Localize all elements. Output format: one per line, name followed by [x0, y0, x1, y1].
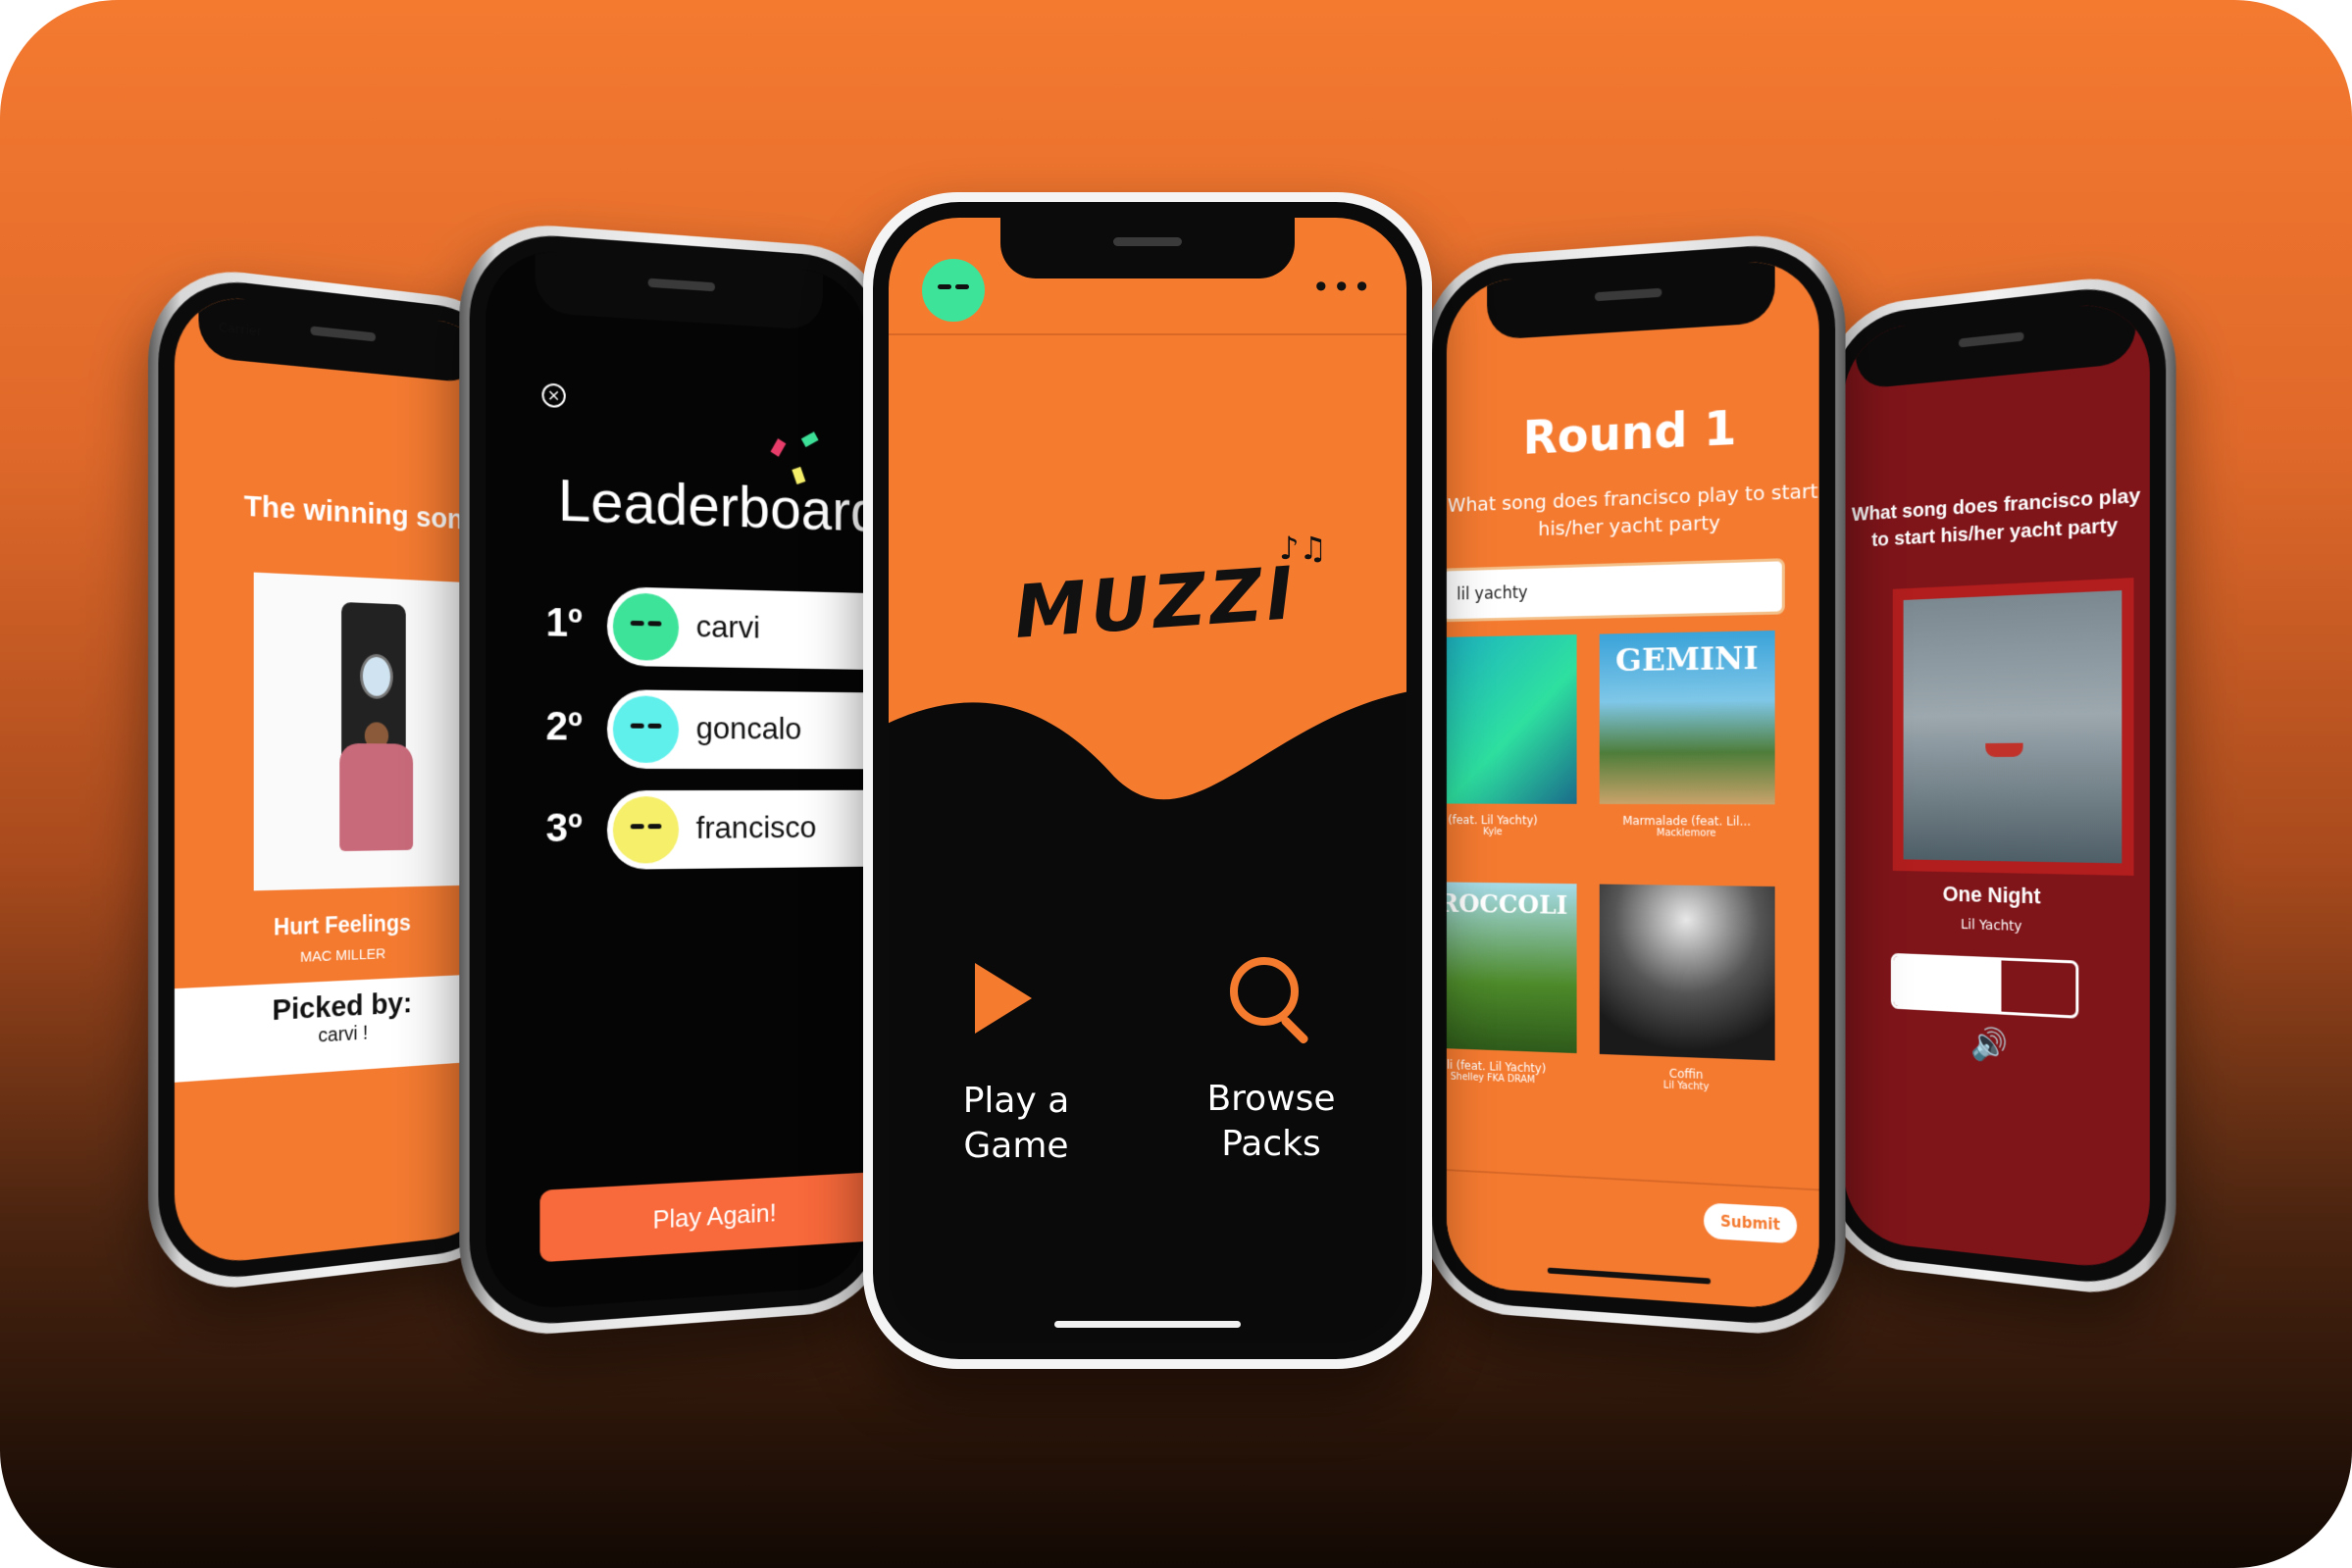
home-indicator: [1547, 1267, 1712, 1285]
picked-by-panel: Picked by: carvi !: [174, 973, 500, 1083]
browse-packs-button[interactable]: Browse Packs: [1163, 1077, 1379, 1167]
play-icon[interactable]: [975, 963, 1032, 1034]
home-screen: ••• MUZZI ♪♫ Play a Game Browse Packs: [889, 218, 1406, 1343]
play-game-button[interactable]: Play a Game: [908, 1079, 1124, 1169]
player-pill: goncalo: [606, 689, 868, 770]
results-screen: Carrier The winning song Hurt Feelings M…: [174, 290, 500, 1269]
avatar: [612, 796, 680, 864]
player-pill: francisco: [606, 789, 868, 870]
round-screen: Round 1 What song does francisco play to…: [1446, 257, 1819, 1312]
submit-button[interactable]: Submit: [1704, 1202, 1798, 1244]
rank-label: 1º: [545, 600, 583, 646]
album-caption: Marmalade (feat. Lil... Macklemore: [1622, 813, 1752, 839]
confetti-icon: [770, 438, 787, 457]
question-text: What song does francisco play to start h…: [1447, 479, 1818, 541]
leaderboard-screen: × Leaderboard 1º carvi 2º goncalo 3º fra…: [486, 246, 868, 1313]
search-icon[interactable]: [1230, 957, 1299, 1026]
rank-label: 2º: [545, 704, 583, 749]
album-caption: Coffin Lil Yachty: [1662, 1066, 1710, 1093]
album-cover[interactable]: [1599, 884, 1775, 1061]
wave-shape: [889, 691, 1406, 943]
album-cover: [253, 572, 476, 891]
song-title: Hurt Feelings: [273, 909, 411, 940]
phone-round: Round 1 What song does francisco play to…: [1422, 228, 1846, 1340]
avatar: [612, 592, 680, 661]
question-text: What song does francisco play to start h…: [1851, 483, 2141, 551]
phone-answer: What song does francisco play to start h…: [1820, 268, 2176, 1303]
confetti-icon: [800, 431, 819, 448]
avatar: [612, 695, 680, 763]
winning-song-title: The winning song: [243, 489, 480, 537]
album-caption: oli (feat. Lil Yachty) Shelley FKA DRAM: [1446, 1057, 1547, 1087]
player-name: goncalo: [695, 710, 802, 746]
more-options-icon[interactable]: •••: [1311, 269, 1373, 306]
player-pill: carvi: [606, 586, 868, 671]
round-title: Round 1: [1522, 400, 1737, 466]
album-cover[interactable]: [1446, 634, 1577, 804]
leaderboard-title: Leaderboard: [557, 466, 868, 544]
song-artist: MAC MILLER: [299, 945, 386, 966]
phone-leaderboard: × Leaderboard 1º carvi 2º goncalo 3º fra…: [459, 219, 892, 1340]
album-cover[interactable]: BROCCOLI: [1446, 881, 1577, 1054]
song-artist: Lil Yachty: [1961, 917, 2022, 936]
album-cover: [1892, 578, 2134, 877]
user-avatar[interactable]: [922, 259, 985, 322]
player-name: francisco: [695, 809, 817, 845]
rank-label: 3º: [545, 806, 583, 851]
answer-screen: What song does francisco play to start h…: [1843, 298, 2150, 1273]
close-icon[interactable]: ×: [541, 382, 566, 409]
phone-home: ••• MUZZI ♪♫ Play a Game Browse Packs: [863, 192, 1432, 1369]
promo-background: Carrier The winning song Hurt Feelings M…: [0, 0, 2352, 1568]
play-again-button[interactable]: Play Again!: [539, 1171, 868, 1263]
album-caption: (feat. Lil Yachty) Kyle: [1448, 813, 1538, 838]
song-title: One Night: [1942, 881, 2041, 909]
album-cover[interactable]: GEMINI: [1599, 630, 1775, 805]
song-search-input[interactable]: lil yachty: [1446, 558, 1785, 623]
playback-progress-bar[interactable]: [1890, 952, 2079, 1019]
home-indicator: [1054, 1321, 1241, 1328]
volume-icon[interactable]: 🔊: [1970, 1025, 2008, 1064]
progress-fill: [1893, 955, 2002, 1012]
music-notes-icon: ♪♫: [1279, 530, 1328, 567]
player-name: carvi: [695, 608, 760, 645]
